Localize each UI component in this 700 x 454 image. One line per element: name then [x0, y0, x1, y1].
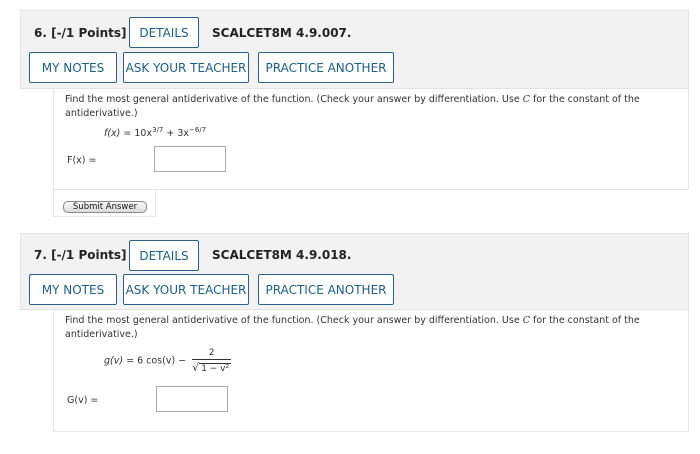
question-7-details-button[interactable]: DETAILS — [129, 240, 199, 271]
question-6-submit-bar: Submit Answer — [53, 190, 156, 217]
question-7-prompt: Find the most general antiderivative of … — [65, 315, 640, 340]
question-6-answer-label: F(x) = — [67, 155, 97, 166]
question-7-ask-teacher-button[interactable]: ASK YOUR TEACHER — [123, 274, 249, 305]
question-7-answer-input[interactable] — [156, 386, 228, 412]
question-6-header: 6. [-/1 Points] DETAILS SCALCET8M 4.9.00… — [20, 10, 689, 89]
question-6-body: Find the most general antiderivative of … — [53, 89, 689, 190]
question-6-formula: f(x) = 10x3/7 + 3x−6/7 — [104, 126, 207, 140]
question-6-number-points: 6. [-/1 Points] — [34, 26, 127, 40]
question-7-my-notes-button[interactable]: MY NOTES — [29, 274, 117, 305]
question-6-submit-button[interactable]: Submit Answer — [63, 201, 147, 213]
question-7-formula: g(v) = 6 cos(v) − 2 √ 1 − v² — [104, 348, 232, 374]
question-7-answer-label: G(v) = — [67, 395, 99, 406]
question-6-practice-another-button[interactable]: PRACTICE ANOTHER — [258, 52, 394, 83]
question-6-ask-teacher-button[interactable]: ASK YOUR TEACHER — [123, 52, 249, 83]
question-6-code: SCALCET8M 4.9.007. — [212, 26, 352, 40]
question-7-practice-another-button[interactable]: PRACTICE ANOTHER — [258, 274, 394, 305]
question-7-fraction: 2 √ 1 − v² — [192, 348, 232, 374]
square-root-icon: √ — [192, 361, 200, 374]
question-6-my-notes-button[interactable]: MY NOTES — [29, 52, 117, 83]
question-6-answer-input[interactable] — [154, 146, 226, 172]
question-6-prompt: Find the most general antiderivative of … — [65, 94, 640, 119]
question-7-code: SCALCET8M 4.9.018. — [212, 248, 352, 262]
question-6-details-button[interactable]: DETAILS — [129, 17, 199, 48]
question-7-number-points: 7. [-/1 Points] — [34, 248, 127, 262]
question-7-header: 7. [-/1 Points] DETAILS SCALCET8M 4.9.01… — [20, 233, 689, 310]
question-7-body: Find the most general antiderivative of … — [53, 310, 689, 432]
